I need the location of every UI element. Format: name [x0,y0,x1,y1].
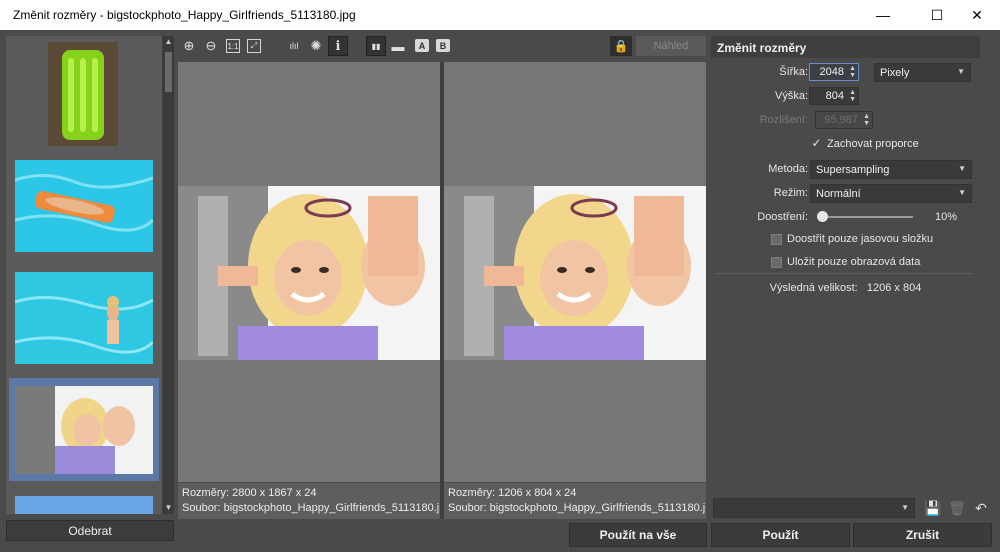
height-field[interactable]: 804 ▲ ▼ [809,87,859,105]
fit-screen-icon[interactable]: ⤢ [247,39,261,53]
mode-select[interactable]: Normální ▼ [810,184,972,203]
histogram-icon[interactable]: ılıl [284,36,304,56]
resolution-label: Rozlišení: [759,114,808,126]
chevron-down-icon: ▼ [901,503,909,512]
height-label: Výška: [774,90,808,102]
method-value: Supersampling [816,164,890,176]
thumbnail-happy-girlfriends[interactable] [15,386,153,474]
preview-button[interactable]: Náhled [636,36,706,56]
scrollbar-thumb[interactable] [165,52,172,92]
cancel-button[interactable]: Zrušit [853,523,992,547]
thumbnail-air-mattress[interactable] [48,42,118,146]
width-field[interactable]: 2048 ▲ ▼ [809,63,859,81]
keep-ratio-checkbox[interactable]: ✓ Zachovat proporce [811,135,919,151]
save-icon[interactable]: 💾 [923,498,943,518]
apply-button[interactable]: Použít [711,523,850,547]
result-filename: Soubor: bigstockphoto_Happy_Girlfriends_… [448,502,706,514]
resolution-spinner-icon: ▲ ▼ [863,113,870,127]
title-bar: Změnit rozměry - bigstockphoto_Happy_Gir… [0,0,1000,30]
keep-ratio-label: Zachovat proporce [827,138,919,150]
brightness-icon[interactable]: ✺ [306,36,326,56]
chevron-down-icon: ▼ [958,164,966,173]
zoom-out-icon[interactable]: ⊖ [201,36,221,56]
result-size-label: Výsledná velikost: [769,282,858,294]
height-value: 804 [825,90,844,102]
mode-label: Režim: [773,187,808,199]
original-photo [178,186,440,360]
minimize-icon[interactable]: — [860,0,906,30]
remove-button[interactable]: Odebrat [6,520,174,541]
info-icon[interactable]: ℹ [328,36,348,56]
chevron-down-icon: ▼ [958,188,966,197]
height-spinner-icon[interactable]: ▲ ▼ [849,89,856,103]
result-size-value: 1206 x 804 [866,282,922,294]
view-a-icon[interactable]: A [415,39,429,52]
delete-icon[interactable]: 🗑 [947,498,967,518]
actual-size-icon[interactable]: 1:1 [226,39,240,53]
lock-icon[interactable]: 🔒 [610,36,632,56]
thumbnail-partial[interactable] [15,496,153,514]
width-label: Šířka: [779,66,808,78]
checkbox-icon [771,256,782,268]
scroll-up-icon[interactable]: ▲ [163,36,174,48]
preset-select[interactable]: ▼ [713,498,915,518]
panel-header: Změnit rozměry [711,36,980,58]
width-spinner-icon[interactable]: ▲ ▼ [849,65,856,79]
thumbnail-list[interactable]: ▲ ▼ [6,36,174,514]
split-horizontal-icon[interactable]: ▬ [388,36,408,56]
panel-separator [715,273,973,274]
thumbnail-strip [6,36,162,514]
thumbnail-pool-float[interactable] [15,160,153,252]
checkmark-icon: ✓ [811,135,822,150]
chevron-down-icon: ▼ [957,67,965,76]
original-info: Rozměry: 2800 x 1867 x 24 Soubor: bigsto… [178,483,440,519]
mode-value: Normální [816,188,861,200]
result-dimensions: Rozměry: 1206 x 804 x 24 [448,487,577,499]
method-select[interactable]: Supersampling ▼ [810,160,972,179]
unit-select[interactable]: Pixely ▼ [874,63,971,82]
preview-toolbar: ⊕ ⊖ 1:1 ⤢ ılıl ✺ ℹ ▮▮ ▬ A B 🔒 Náhled [176,33,708,59]
result-preview[interactable] [444,62,706,482]
apply-all-button[interactable]: Použít na vše [569,523,707,547]
original-preview[interactable] [178,62,440,482]
result-size: Výsledná velikost: 1206 x 804 [711,282,980,294]
width-value: 2048 [819,66,844,78]
image-only-checkbox[interactable]: Uložit pouze obrazová data [771,256,920,268]
resolution-field: 95,987 ▲ ▼ [815,111,873,129]
window-title: Změnit rozměry - bigstockphoto_Happy_Gir… [13,8,356,22]
resize-panel: Změnit rozměry Šířka: 2048 ▲ ▼ Pixely ▼ V… [711,36,980,496]
sharpen-slider-track[interactable] [817,216,913,218]
resolution-value: 95,987 [824,114,858,126]
original-filename: Soubor: bigstockphoto_Happy_Girlfriends_… [182,502,440,514]
luma-only-checkbox[interactable]: Doostřit pouze jasovou složku [771,233,933,245]
original-dimensions: Rozměry: 2800 x 1867 x 24 [182,487,317,499]
zoom-in-icon[interactable]: ⊕ [179,36,199,56]
view-b-icon[interactable]: B [436,39,450,52]
unit-value: Pixely [880,67,910,79]
scroll-down-icon[interactable]: ▼ [163,502,174,514]
split-vertical-icon[interactable]: ▮▮ [366,36,386,56]
image-only-label: Uložit pouze obrazová data [787,256,921,268]
sharpen-value: 10% [935,211,958,223]
method-label: Metoda: [768,163,808,175]
close-icon[interactable]: ✕ [954,0,1000,30]
sharpen-slider-handle[interactable] [817,211,828,222]
thumbnail-pool-girl[interactable] [15,272,153,364]
undo-icon[interactable]: ↶ [971,498,991,518]
checkbox-icon [771,233,782,245]
result-info: Rozměry: 1206 x 804 x 24 Soubor: bigstoc… [444,483,706,519]
result-photo [444,186,706,360]
thumbnail-scrollbar[interactable]: ▲ ▼ [163,36,174,514]
luma-only-label: Doostřit pouze jasovou složku [787,233,934,245]
sharpen-label: Doostření: [757,211,808,223]
